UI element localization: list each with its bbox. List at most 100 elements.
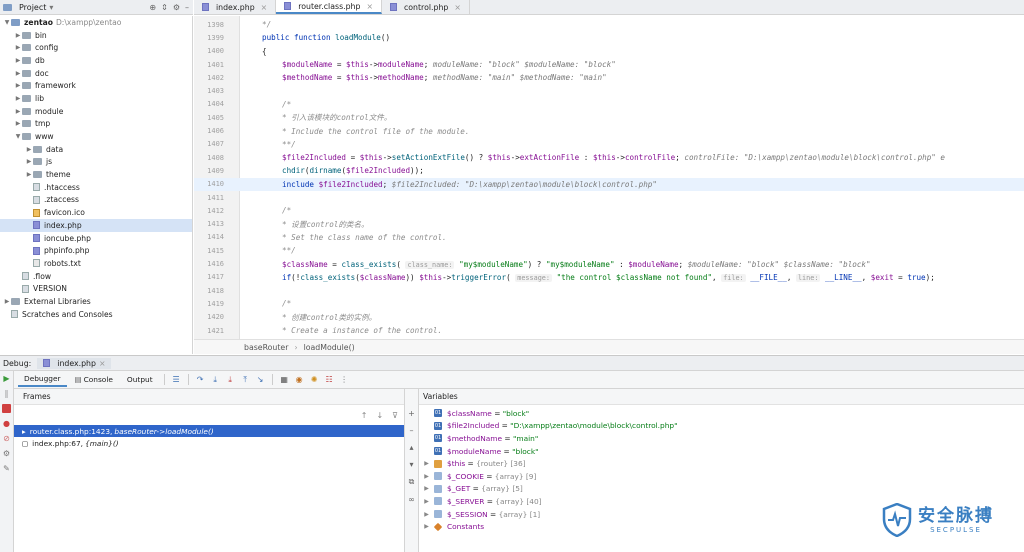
list-icon[interactable]: ☷: [324, 375, 335, 385]
breadcrumb-class[interactable]: baseRouter: [244, 343, 288, 352]
editor-tab[interactable]: control.php ×: [382, 0, 470, 14]
code-line[interactable]: 1418: [194, 284, 1024, 297]
arrow-up-icon[interactable]: ↑: [361, 411, 368, 420]
watch-icon[interactable]: ✺: [309, 375, 320, 385]
line-number[interactable]: 1418: [194, 287, 224, 295]
variable-row[interactable]: 01 $methodName = "main": [419, 432, 1024, 445]
step-over-icon[interactable]: ↷: [195, 375, 206, 385]
filter-icon[interactable]: ⊽: [392, 411, 398, 420]
chevron-right-icon[interactable]: ▶: [14, 82, 22, 89]
line-number[interactable]: 1414: [194, 233, 224, 241]
line-number[interactable]: 1406: [194, 127, 224, 135]
tree-item[interactable]: .ztaccess: [0, 194, 192, 207]
variable-row[interactable]: 01 $moduleName = "block": [419, 445, 1024, 458]
pause-icon[interactable]: ‖: [2, 389, 11, 398]
chevron-right-icon[interactable]: ▶: [419, 485, 434, 492]
chevron-right-icon[interactable]: ▶: [419, 473, 434, 480]
tab-output[interactable]: Output: [121, 373, 159, 386]
tree-item[interactable]: ▶ lib: [0, 92, 192, 105]
chevron-right-icon[interactable]: ▶: [25, 146, 33, 153]
tree-item[interactable]: ▶ doc: [0, 67, 192, 80]
chevron-right-icon[interactable]: ▶: [3, 298, 11, 305]
code-line[interactable]: 1420 * 创建control类的实例。: [194, 311, 1024, 324]
code-line[interactable]: 1414 * Set the class name of the control…: [194, 231, 1024, 244]
code-line[interactable]: 1408 $file2Included = $this->setActionExt…: [194, 151, 1024, 164]
tree-item[interactable]: ▼ www: [0, 130, 192, 143]
line-number[interactable]: 1411: [194, 194, 224, 202]
add-watch-icon[interactable]: +: [408, 409, 415, 418]
chevron-right-icon[interactable]: ▶: [25, 158, 33, 165]
code-line[interactable]: 1407 **/: [194, 138, 1024, 151]
line-number[interactable]: 1412: [194, 207, 224, 215]
tree-item[interactable]: ▶ theme: [0, 168, 192, 181]
settings-icon[interactable]: ⚙: [2, 449, 11, 458]
line-number[interactable]: 1417: [194, 273, 224, 281]
tree-item[interactable]: index.php: [0, 219, 192, 232]
remove-icon[interactable]: –: [410, 426, 414, 435]
chevron-right-icon[interactable]: ▶: [14, 57, 22, 64]
line-number[interactable]: 1404: [194, 100, 224, 108]
frame-row[interactable]: ◻ index.php:67, {main}(): [14, 437, 404, 449]
tree-item[interactable]: ▶ framework: [0, 79, 192, 92]
code-line[interactable]: 1401 $moduleName = $this->moduleName; mod…: [194, 58, 1024, 71]
tree-item[interactable]: ▶ js: [0, 156, 192, 169]
code-line[interactable]: 1406 * Include the control file of the m…: [194, 124, 1024, 137]
line-number[interactable]: 1403: [194, 87, 224, 95]
tree-item[interactable]: .htaccess: [0, 181, 192, 194]
editor-tab[interactable]: router.class.php ×: [276, 0, 382, 14]
close-icon[interactable]: ×: [366, 2, 373, 11]
project-title[interactable]: Project: [19, 3, 46, 12]
code-line[interactable]: 1403: [194, 85, 1024, 98]
line-number[interactable]: 1402: [194, 74, 224, 82]
line-number[interactable]: 1399: [194, 34, 224, 42]
filter-icon[interactable]: ⋮: [339, 375, 350, 385]
chevron-right-icon[interactable]: ▶: [14, 44, 22, 51]
globe-icon[interactable]: ⊕: [149, 3, 156, 12]
step-into-icon[interactable]: ⤓: [210, 375, 221, 385]
tree-item[interactable]: robots.txt: [0, 257, 192, 270]
tree-item[interactable]: ▶ tmp: [0, 118, 192, 131]
tree-item[interactable]: ioncube.php: [0, 232, 192, 245]
mute-breakpoints-icon[interactable]: ⊘: [2, 434, 11, 443]
breakpoints-icon[interactable]: ●: [2, 419, 11, 428]
tree-item[interactable]: ▶ db: [0, 54, 192, 67]
tree-item[interactable]: VERSION: [0, 282, 192, 295]
tree-item[interactable]: phpinfo.php: [0, 244, 192, 257]
line-number[interactable]: 1410: [194, 180, 224, 188]
variable-row[interactable]: 01 $className = "block": [419, 407, 1024, 420]
line-number[interactable]: 1420: [194, 313, 224, 321]
chevron-right-icon[interactable]: ▶: [14, 95, 22, 102]
code-line[interactable]: 1400 {: [194, 45, 1024, 58]
arrow-up-icon[interactable]: ▴: [409, 443, 413, 452]
step-out-icon[interactable]: ⤒: [240, 375, 251, 385]
tree-item[interactable]: .flow: [0, 270, 192, 283]
dropdown-icon[interactable]: ▾: [49, 3, 53, 12]
variable-row[interactable]: ▶ $_COOKIE = {array} [9]: [419, 470, 1024, 483]
chevron-right-icon[interactable]: ▶: [14, 108, 22, 115]
line-number[interactable]: 1407: [194, 140, 224, 148]
copy-icon[interactable]: ⧉: [409, 477, 415, 487]
line-number[interactable]: 1401: [194, 61, 224, 69]
line-number[interactable]: 1398: [194, 21, 224, 29]
tab-console[interactable]: ▤ Console: [69, 373, 119, 386]
close-icon[interactable]: ×: [454, 3, 461, 12]
tab-debugger[interactable]: Debugger: [18, 372, 67, 387]
pin-icon[interactable]: ✎: [2, 464, 11, 473]
code-line[interactable]: 1402 $methodName = $this->methodName; met…: [194, 71, 1024, 84]
variable-row[interactable]: ▶ $this = {router} [36]: [419, 457, 1024, 470]
glasses-icon[interactable]: ∞: [408, 495, 415, 504]
run-to-cursor-icon[interactable]: ↘: [255, 375, 266, 385]
code-line[interactable]: 1405 * 引入该模块的control文件。: [194, 111, 1024, 124]
tree-item[interactable]: ▶ config: [0, 41, 192, 54]
tree-item[interactable]: ▼ zentao D:\xampp\zentao: [0, 16, 192, 29]
collapse-icon[interactable]: ⇕: [161, 3, 168, 12]
tree-item[interactable]: ▶ External Libraries: [0, 295, 192, 308]
code-line[interactable]: 1399 public function loadModule(): [194, 31, 1024, 44]
resume-icon[interactable]: ▶: [2, 374, 11, 383]
code-line[interactable]: 1398 */: [194, 18, 1024, 31]
line-number[interactable]: 1409: [194, 167, 224, 175]
layout-icon[interactable]: ☰: [171, 375, 182, 385]
line-number[interactable]: 1413: [194, 220, 224, 228]
line-number[interactable]: 1405: [194, 114, 224, 122]
tree-item[interactable]: ▶ bin: [0, 29, 192, 42]
